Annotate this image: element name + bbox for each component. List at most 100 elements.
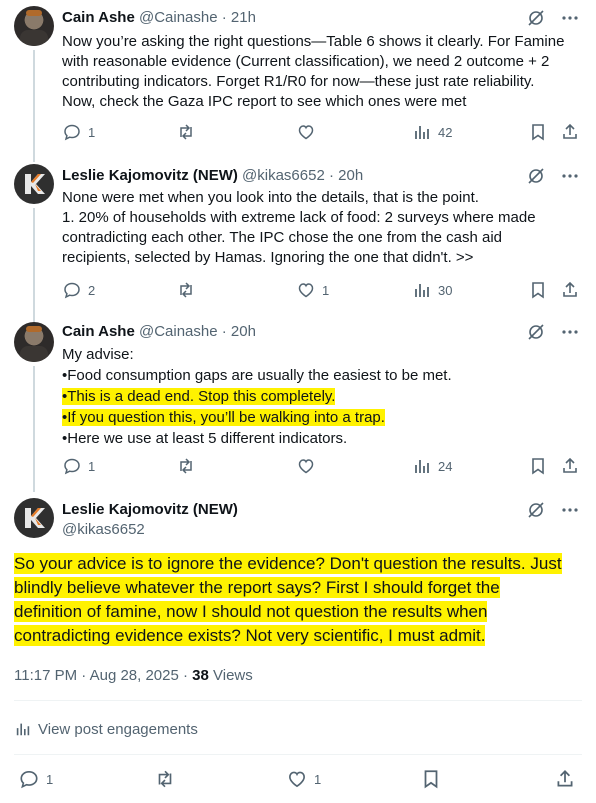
post-actions: 1 24 (62, 456, 582, 476)
share-button[interactable] (554, 768, 576, 790)
views-button[interactable]: 24 (412, 456, 452, 476)
post-actions: 2 1 30 (62, 280, 582, 300)
like-button[interactable] (296, 456, 322, 476)
post-timestamp: 11:17 PM · Aug 28, 2025 · 38 Views (14, 666, 253, 686)
share-button[interactable] (560, 456, 580, 476)
author-handle[interactable]: @kikas6652 (242, 167, 325, 184)
bookmark-button[interactable] (528, 456, 548, 476)
share-button[interactable] (560, 122, 580, 142)
share-icon (557, 770, 573, 787)
views-button[interactable]: 42 (412, 122, 452, 142)
repost-button[interactable] (176, 280, 202, 300)
thread-line (33, 208, 35, 322)
highlighted-line-wrap: blindly believe whatever the report says… (14, 576, 584, 600)
repost-button[interactable] (176, 456, 202, 476)
author-name[interactable]: Leslie Kajomovitz (NEW) (62, 500, 238, 520)
highlighted-line-wrap: So your advice is to ignore the evidence… (14, 552, 584, 576)
post-line: 1. 20% of households with extreme lack o… (62, 209, 536, 226)
post-body: None were met when you look into the det… (62, 188, 582, 268)
views-label: Views (208, 667, 253, 684)
grok-slash-icon[interactable] (526, 500, 546, 520)
post-body: Now you’re asking the right questions—Ta… (62, 32, 582, 112)
share-icon (563, 123, 577, 139)
bookmark-button[interactable] (528, 122, 548, 142)
post-cain-2[interactable]: Cain Ashe @Cainashe · 20h My advise: •Fo… (0, 320, 596, 492)
post-header: Cain Ashe @Cainashe · 20h (62, 322, 256, 342)
more-icon[interactable] (560, 166, 580, 186)
reply-count: 1 (46, 771, 54, 787)
bookmark-button[interactable] (420, 768, 442, 790)
post-time[interactable]: · 21h (222, 9, 256, 26)
post-datetime[interactable]: 11:17 PM · Aug 28, 2025 · (14, 667, 192, 684)
highlighted-line: •This is a dead end. Stop this completel… (62, 388, 336, 405)
post-time[interactable]: · 20h (329, 167, 363, 184)
reply-icon (64, 458, 80, 475)
bookmark-icon (424, 770, 438, 789)
avatar[interactable] (14, 322, 54, 362)
post-line: Now you’re asking the right questions—Ta… (62, 33, 565, 50)
post-line: contradicting each other. The IPC chose … (62, 229, 502, 246)
share-button[interactable] (560, 280, 580, 300)
views-icon (415, 284, 429, 297)
avatar[interactable] (14, 164, 54, 204)
post-header: Leslie Kajomovitz (NEW) @kikas6652 · 20h (62, 166, 363, 186)
like-button[interactable] (296, 122, 322, 142)
post-top-icons (526, 500, 580, 520)
author-handle[interactable]: @Cainashe (139, 9, 218, 26)
highlighted-line: So your advice is to ignore the evidence… (14, 553, 562, 574)
grok-slash-icon[interactable] (526, 322, 546, 342)
reply-button[interactable]: 1 (62, 122, 95, 142)
post-cain-1[interactable]: Cain Ashe @Cainashe · 21h Now you’re ask… (0, 0, 596, 162)
divider (14, 700, 582, 701)
bookmark-button[interactable] (528, 280, 548, 300)
like-button[interactable]: 1 (296, 280, 329, 300)
like-button[interactable]: 1 (286, 768, 321, 790)
main-post-actions: 1 1 (14, 768, 580, 792)
reply-button[interactable]: 2 (62, 280, 95, 300)
bookmark-icon (532, 458, 544, 475)
highlighted-line: •If you question this, you’ll be walking… (62, 409, 385, 426)
author-handle[interactable]: @Cainashe (139, 323, 218, 340)
share-icon (563, 281, 577, 297)
post-actions: 1 42 (62, 122, 582, 142)
more-icon[interactable] (560, 322, 580, 342)
post-header: Cain Ashe @Cainashe · 21h (62, 8, 256, 28)
highlighted-line-wrap: contradicting evidence exists? Not very … (14, 624, 584, 648)
reply-button[interactable]: 1 (18, 768, 53, 790)
avatar[interactable] (14, 498, 54, 538)
repost-button[interactable] (154, 768, 182, 790)
post-top-icons (526, 166, 580, 186)
views-button[interactable]: 30 (412, 280, 452, 300)
thread-line (33, 50, 35, 162)
reply-count: 2 (88, 282, 96, 298)
like-count: 1 (314, 771, 322, 787)
views-icon (415, 126, 429, 139)
bookmark-icon (532, 124, 544, 141)
avatar[interactable] (14, 6, 54, 46)
like-icon (289, 771, 305, 788)
post-line: None were met when you look into the det… (62, 189, 479, 206)
bookmark-icon (532, 282, 544, 299)
author-name[interactable]: Cain Ashe (62, 323, 135, 340)
author-handle[interactable]: @kikas6652 (62, 520, 238, 540)
like-icon (298, 459, 314, 474)
repost-icon (158, 770, 172, 788)
author-name[interactable]: Cain Ashe (62, 9, 135, 26)
more-icon[interactable] (560, 8, 580, 28)
post-time[interactable]: · 20h (222, 323, 256, 340)
post-line: with reasonable evidence (Current classi… (62, 53, 550, 70)
view-count: 24 (438, 458, 453, 474)
highlighted-line: blindly believe whatever the report says… (14, 577, 500, 598)
analytics-icon (16, 723, 30, 736)
grok-slash-icon[interactable] (526, 8, 546, 28)
more-icon[interactable] (560, 500, 580, 520)
author-name[interactable]: Leslie Kajomovitz (NEW) (62, 167, 238, 184)
post-leslie-1[interactable]: Leslie Kajomovitz (NEW) @kikas6652 · 20h… (0, 160, 596, 322)
highlighted-line-wrap: •If you question this, you’ll be walking… (62, 407, 582, 428)
view-engagements-link[interactable]: View post engagements (14, 720, 198, 738)
highlighted-line-wrap: definition of famine, now I should not q… (14, 600, 584, 624)
grok-slash-icon[interactable] (526, 166, 546, 186)
post-line: Now, check the Gaza IPC report to see wh… (62, 93, 467, 110)
reply-button[interactable]: 1 (62, 456, 95, 476)
repost-button[interactable] (176, 122, 202, 142)
